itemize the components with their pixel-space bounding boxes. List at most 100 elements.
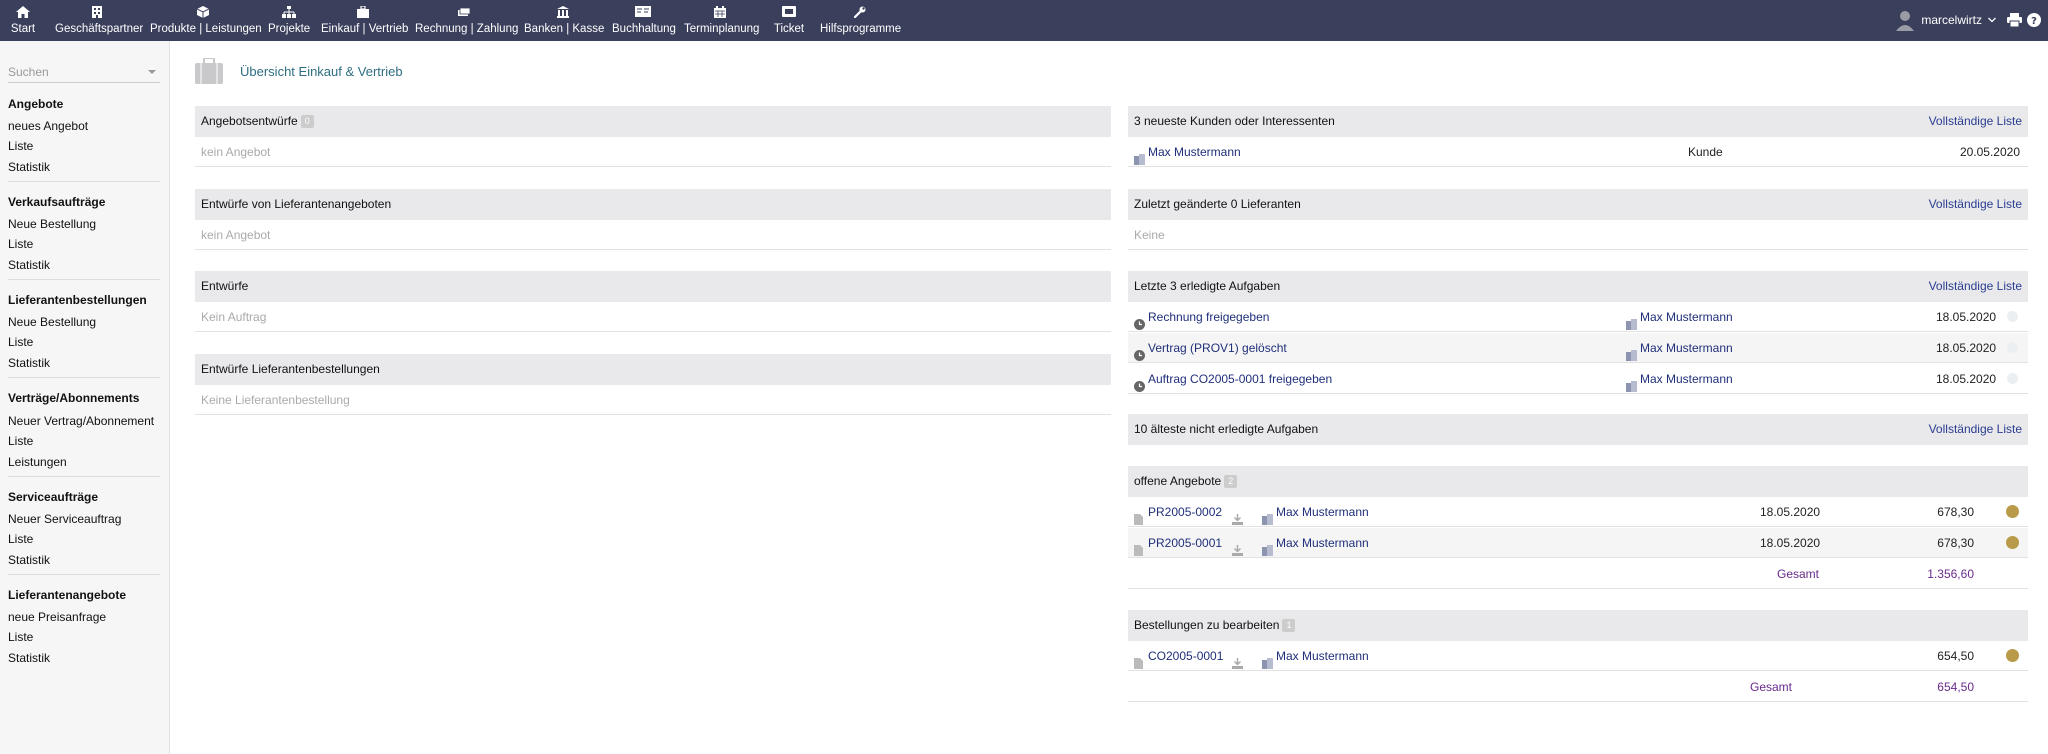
sidebar-link-liste[interactable]: Liste	[8, 335, 33, 349]
nav-geschaeftspartner[interactable]: Geschäftspartner	[55, 0, 143, 41]
box-header-entwuerfe-lieferantenangebote: Entwürfe von Lieferantenangeboten	[195, 189, 1111, 220]
briefcase-icon	[195, 57, 223, 84]
sidebar-link-statistik[interactable]: Statistik	[8, 258, 50, 272]
sidebar-link-liste[interactable]: Liste	[8, 139, 33, 153]
nav-projekte[interactable]: Projekte	[268, 0, 310, 41]
cube-icon	[197, 6, 209, 18]
document-icon	[1134, 537, 1145, 556]
sidebar-link-statistik[interactable]: Statistik	[8, 651, 50, 665]
partner-link[interactable]: Max Mustermann	[1640, 364, 1733, 394]
print-icon[interactable]	[2007, 13, 2023, 29]
partner-link[interactable]: Max Mustermann	[1276, 641, 1369, 671]
box-header-angebotsentwuerfe: Angebotsentwürfe 0	[195, 106, 1111, 137]
sidebar-link-liste[interactable]: Liste	[8, 532, 33, 546]
customer-date: 20.05.2020	[1959, 145, 2020, 159]
nav-einkauf-vertrieb[interactable]: Einkauf | Vertrieb	[321, 0, 408, 41]
nav-terminplanung[interactable]: Terminplanung	[684, 0, 759, 41]
sidebar-link-neues-angebot[interactable]: neues Angebot	[8, 119, 88, 133]
sidebar-link-liste[interactable]: Liste	[8, 434, 33, 448]
money-icon	[458, 7, 470, 16]
sidebar: Suchen Angebote neues Angebot Liste Stat…	[0, 41, 170, 754]
page-title[interactable]: Übersicht Einkauf & Vertrieb	[240, 64, 403, 79]
task-link[interactable]: Rechnung freigegeben	[1148, 302, 1269, 332]
company-icon	[1626, 342, 1637, 361]
box-title: offene Angebote	[1134, 474, 1222, 488]
sidebar-heading-lieferantenangebote: Lieferantenangebote	[8, 588, 127, 602]
partner-link[interactable]: Max Mustermann	[1276, 497, 1369, 527]
full-list-link[interactable]: Vollständige Liste	[1929, 271, 2022, 302]
customer-name-link[interactable]: Max Mustermann	[1148, 137, 1241, 167]
count-badge: 1	[1282, 619, 1296, 632]
company-icon	[1626, 373, 1637, 392]
full-list-link[interactable]: Vollständige Liste	[1929, 414, 2022, 445]
sidebar-link-neuer-vertrag[interactable]: Neuer Vertrag/Abonnement	[8, 414, 154, 428]
box-title: Zuletzt geänderte 0 Lieferanten	[1134, 197, 1301, 211]
nav-rechnung-zahlung[interactable]: Rechnung | Zahlung	[415, 0, 518, 41]
avatar	[1895, 9, 1915, 31]
order-amount: 654,50	[1937, 649, 1974, 663]
task-link[interactable]: Vertrag (PROV1) gelöscht	[1148, 333, 1287, 363]
sidebar-divider	[8, 377, 160, 378]
nav-banken-kasse[interactable]: Banken | Kasse	[524, 0, 605, 41]
sidebar-link-neue-preisanfrage[interactable]: neue Preisanfrage	[8, 610, 106, 624]
nav-ticket[interactable]: Ticket	[772, 0, 806, 41]
order-ref-link[interactable]: CO2005-0001	[1148, 641, 1223, 671]
search-input[interactable]: Suchen	[8, 63, 160, 83]
box-title: Letzte 3 erledigte Aufgaben	[1134, 279, 1281, 293]
nav-label: Banken | Kasse	[524, 23, 605, 35]
sidebar-link-statistik[interactable]: Statistik	[8, 356, 50, 370]
username: marcelwirtz	[1921, 13, 1982, 27]
full-list-link[interactable]: Vollständige Liste	[1929, 106, 2022, 137]
box-title: Bestellungen zu bearbeiten	[1134, 618, 1280, 632]
document-icon	[1134, 650, 1145, 669]
sidebar-heading-lieferantenbestellungen: Lieferantenbestellungen	[8, 293, 147, 307]
task-link[interactable]: Auftrag CO2005-0001 freigegeben	[1148, 364, 1332, 394]
box-title: 3 neueste Kunden oder Interessenten	[1134, 114, 1335, 128]
wrench-icon	[854, 6, 866, 18]
sidebar-link-leistungen[interactable]: Leistungen	[8, 455, 67, 469]
sidebar-link-statistik[interactable]: Statistik	[8, 553, 50, 567]
status-dot	[2006, 649, 2019, 662]
table-row: PR2005-0002 Max Mustermann 18.05.2020 67…	[1128, 497, 2028, 527]
empty-row: Kein Auftrag	[195, 302, 1111, 332]
nav-produkte[interactable]: Produkte | Leistungen	[150, 0, 262, 41]
nav-buchhaltung[interactable]: Buchhaltung	[612, 0, 676, 41]
box-header-lieferanten: Zuletzt geänderte 0 Lieferanten Vollstän…	[1128, 189, 2028, 220]
user-menu[interactable]: marcelwirtz	[1895, 7, 1996, 33]
sidebar-link-neue-bestellung[interactable]: Neue Bestellung	[8, 315, 96, 329]
table-row: Auftrag CO2005-0001 freigegeben Max Must…	[1128, 364, 2028, 394]
sidebar-link-statistik[interactable]: Statistik	[8, 160, 50, 174]
top-navigation-bar: Start Geschäftspartner Produkte | Leistu…	[0, 0, 2048, 41]
customer-type: Kunde	[1688, 145, 1723, 159]
empty-row: Keine	[1128, 220, 2028, 250]
box-header-neueste-kunden: 3 neueste Kunden oder Interessenten Voll…	[1128, 106, 2028, 137]
full-list-link[interactable]: Vollständige Liste	[1929, 189, 2022, 220]
empty-text: Kein Auftrag	[201, 310, 267, 324]
total-row: Gesamt 1.356,60	[1128, 559, 2028, 589]
nav-hilfsprogramme[interactable]: Hilfsprogramme	[820, 0, 901, 41]
status-dot	[2007, 311, 2018, 322]
bank-icon	[557, 6, 569, 18]
partner-link[interactable]: Max Mustermann	[1640, 302, 1733, 332]
partner-link[interactable]: Max Mustermann	[1640, 333, 1733, 363]
download-icon[interactable]	[1232, 537, 1243, 556]
sidebar-heading-serviceauftraege: Serviceaufträge	[8, 490, 99, 504]
offer-ref-link[interactable]: PR2005-0002	[1148, 497, 1222, 527]
partner-link[interactable]: Max Mustermann	[1276, 528, 1369, 558]
sidebar-link-neuer-serviceauftrag[interactable]: Neuer Serviceauftrag	[8, 512, 121, 526]
download-icon[interactable]	[1232, 506, 1243, 525]
sidebar-link-liste[interactable]: Liste	[8, 630, 33, 644]
help-icon[interactable]: ?	[2027, 13, 2043, 29]
offer-ref-link[interactable]: PR2005-0001	[1148, 528, 1222, 558]
sidebar-link-liste[interactable]: Liste	[8, 237, 33, 251]
task-date: 18.05.2020	[1936, 310, 1997, 324]
count-badge: 0	[300, 115, 314, 128]
offer-date: 18.05.2020	[1760, 536, 1821, 550]
sidebar-link-neue-bestellung[interactable]: Neue Bestellung	[8, 217, 96, 231]
box-header-bestellungen: Bestellungen zu bearbeiten 1	[1128, 610, 2028, 641]
briefcase-icon	[357, 6, 369, 18]
download-icon[interactable]	[1232, 650, 1243, 669]
nav-start[interactable]: Start	[8, 0, 38, 41]
ledger-icon	[635, 6, 651, 17]
box-header-offene-aufgaben: 10 älteste nicht erledigte Aufgaben Voll…	[1128, 414, 2028, 445]
